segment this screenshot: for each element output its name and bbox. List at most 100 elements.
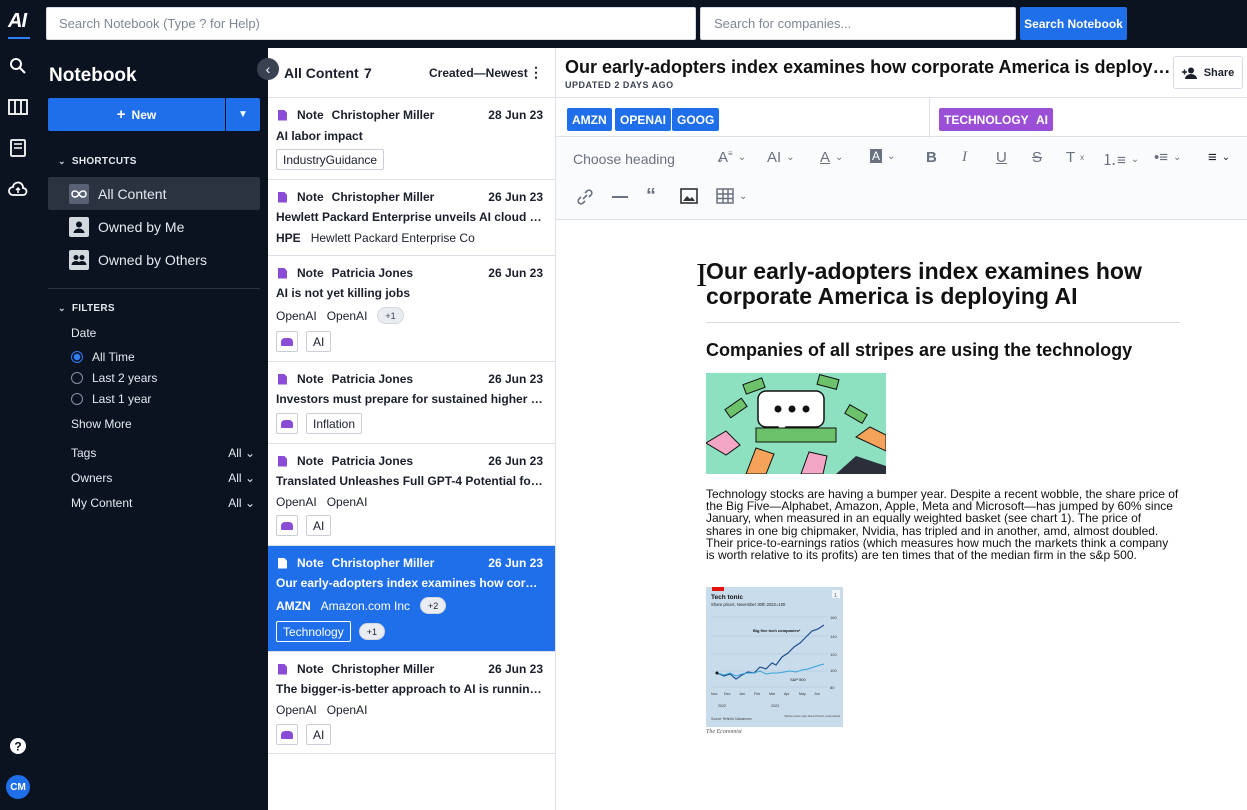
font-size-button[interactable]: A≡ ⌄ [718,149,746,166]
item-tag[interactable]: Inflation [306,413,363,434]
item-title: Translated Unleashes Full GPT-4 Potentia… [276,474,544,488]
more-companies-badge[interactable]: +2 [420,597,447,614]
shortcut-owned-by-me[interactable]: Owned by Me [48,210,260,243]
shared-people-icon [276,724,298,745]
horizontal-rule-icon[interactable] [611,188,629,206]
help-icon[interactable]: ? [8,736,28,756]
font-color-button[interactable]: A ⌄ [820,149,843,166]
search-icon[interactable] [8,56,28,76]
heading-select[interactable]: Choose heading ⌄ [573,151,724,167]
company-ticker[interactable]: OpenAI [276,309,317,323]
italic-icon[interactable]: I [962,149,967,166]
chevron-down-icon: ⌄ [739,190,748,202]
company-name: OpenAI [326,703,368,717]
owners-filter[interactable]: Owners All ⌄ [71,471,255,485]
shortcuts-heading[interactable]: ⌄ SHORTCUTS [58,156,137,167]
item-author: Patricia Jones [331,372,414,386]
date-option-last-2-years[interactable]: Last 2 years [71,371,157,385]
filters-heading[interactable]: ⌄ FILTERS [58,303,115,314]
more-options-icon[interactable]: ⋮ [529,64,543,81]
notebook-search-input[interactable]: Search Notebook (Type ? for Help) [46,7,696,40]
item-title: The bigger-is-better approach to AI is r… [276,682,544,696]
list-item[interactable]: Note Christopher Miller 28 Jun 23 AI labor… [268,98,555,180]
list-item[interactable]: Note Christopher Miller 26 Jun 23 Hewlett … [268,180,555,256]
list-item[interactable]: Note Patricia Jones 26 Jun 23 Translated U… [268,444,555,546]
item-tag[interactable]: AI [306,724,332,745]
company-ticker[interactable]: OpenAI [276,703,317,717]
bold-icon[interactable]: B [926,149,937,166]
item-author: Christopher Miller [331,556,435,570]
date-option-last-1-year[interactable]: Last 1 year [71,392,151,406]
filter-label: Owners [71,471,113,485]
clear-format-icon[interactable]: Tx [1066,149,1084,166]
font-family-icon: AI [767,149,782,166]
embedded-chart-image[interactable]: Tech tonic Share prices, November 30th 2… [706,587,843,727]
company-chip-amzn[interactable]: AMZN [567,108,612,131]
chart-badge: 1 [834,593,837,599]
x-tick-label: May [799,692,806,696]
notebook-icon[interactable] [8,138,28,158]
item-tag[interactable]: IndustryGuidance [276,149,385,170]
new-button[interactable]: + New [48,98,225,131]
font-family-button[interactable]: AI ⌄ [767,149,795,166]
document-body[interactable]: I Our early-adopters index examines how … [556,220,1247,810]
image-icon[interactable] [680,188,698,204]
document-heading-1[interactable]: Our early-adopters index examines how co… [706,259,1180,309]
list-item[interactable]: Note Patricia Jones 26 Jun 23 Investors mu… [268,362,555,444]
date-option-all-time[interactable]: All Time [71,350,135,364]
company-search-input[interactable]: Search for companies... [700,7,1016,40]
item-title: Investors must prepare for sustained hig… [276,392,544,406]
show-more-link[interactable]: Show More [71,417,132,431]
company-chip-goog[interactable]: GOOG [672,108,720,131]
align-left-icon: ≡ [1208,149,1217,166]
search-notebook-button[interactable]: Search Notebook [1020,7,1127,40]
underline-icon[interactable]: U [996,149,1007,166]
table-button[interactable]: ⌄ [716,188,747,204]
image-credit: The Economist [706,729,742,735]
company-ticker[interactable]: HPE [276,231,301,245]
columns-icon[interactable] [8,97,28,117]
sort-selector[interactable]: Created—Newest [429,66,528,80]
shortcut-owned-by-others[interactable]: Owned by Others [48,243,260,276]
item-tag[interactable]: Technology [276,621,351,642]
chart-footnote: *Alphabet, Amazon, Apple, Meta and Micro… [784,714,840,718]
company-chip-openai[interactable]: OPENAI [615,108,672,131]
more-tags-badge[interactable]: +1 [358,623,385,640]
company-ticker[interactable]: AMZN [276,599,311,613]
share-button[interactable]: Share [1173,56,1243,89]
chevron-down-icon: ⌄ [1130,154,1140,165]
document-heading-2[interactable]: Companies of all stripes are using the t… [706,340,1132,361]
tag-chip-technology[interactable]: TECHNOLOGY [939,108,1034,131]
cloud-upload-icon[interactable] [8,180,28,200]
highlight-button[interactable]: A ⌄ [870,149,895,163]
highlight-icon: A [870,149,883,163]
shared-people-icon [276,413,298,434]
item-kind: Note [297,108,324,122]
item-tag[interactable]: AI [306,515,332,536]
tag-chip-ai[interactable]: AI [1031,108,1053,131]
more-companies-badge[interactable]: +1 [377,307,404,324]
list-item[interactable]: Note Christopher Miller 26 Jun 23 The bigg… [268,652,555,754]
company-name: OpenAI [326,308,368,323]
item-kind: Note [297,190,324,204]
company-ticker[interactable]: OpenAI [276,495,317,509]
align-button[interactable]: ≡ ⌄ [1208,149,1230,166]
bullet-list-button[interactable]: •≡ ⌄ [1154,149,1181,166]
document-paragraph[interactable]: Technology stocks are having a bumper ye… [706,488,1180,561]
list-item-selected[interactable]: Note Christopher Miller 26 Jun 23 Our earl… [268,546,555,652]
shortcut-all-content[interactable]: All Content [48,177,260,210]
quote-icon[interactable]: “ [646,185,656,208]
strikethrough-icon[interactable]: S [1032,149,1042,166]
list-item[interactable]: Note Patricia Jones 26 Jun 23 AI is not ye… [268,256,555,362]
my-content-filter[interactable]: My Content All ⌄ [71,496,255,510]
link-icon[interactable] [576,188,594,206]
item-tag[interactable]: AI [306,331,332,352]
note-title[interactable]: Our early-adopters index examines how co… [565,57,1175,78]
tags-filter[interactable]: Tags All ⌄ [71,446,255,460]
app-logo[interactable]: AI [8,10,30,39]
new-dropdown-button[interactable]: ▼ [226,98,260,131]
collapse-sidebar-button[interactable]: ‹ [257,58,279,80]
numbered-list-button[interactable]: ⒈≡ ⌄ [1102,149,1139,170]
illustration-image[interactable] [706,373,886,474]
user-avatar[interactable]: CM [6,775,30,799]
